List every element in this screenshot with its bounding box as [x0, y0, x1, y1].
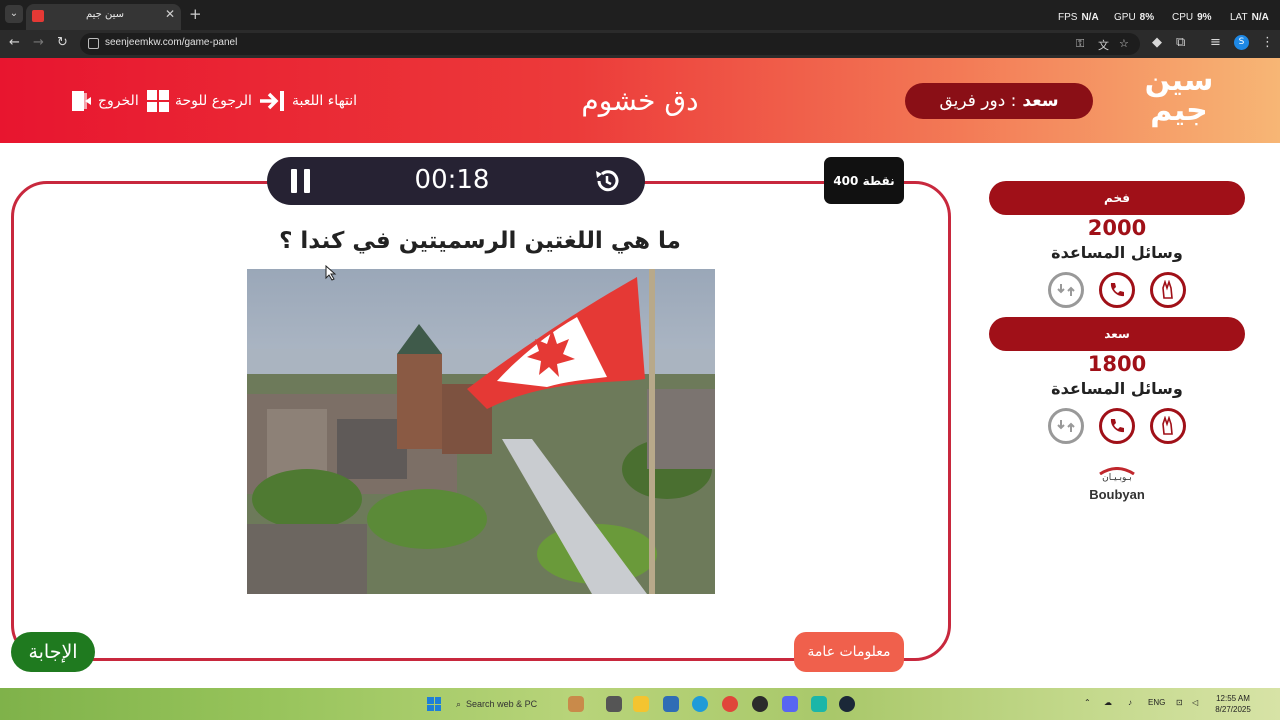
- sponsor-logo: بـوبـيـان Boubyan: [1080, 467, 1154, 509]
- game-title: دق خشوم: [581, 84, 699, 117]
- logo-line-1: سين: [1144, 63, 1214, 98]
- mouse-cursor-icon: [325, 265, 337, 281]
- app-record-icon[interactable]: [752, 696, 768, 712]
- swap-question-help-icon[interactable]: [1048, 272, 1084, 308]
- lat-value: N/A: [1251, 12, 1269, 23]
- cpu-label: CPU: [1172, 12, 1194, 23]
- browser-menu-icon[interactable]: ⋮: [1261, 35, 1274, 50]
- turn-prefix: دور فريق :: [939, 91, 1017, 111]
- turn-team-name: سعد: [1022, 91, 1059, 111]
- cpu-readout: CPU 9%: [1172, 12, 1212, 23]
- volume-icon[interactable]: ◁: [1192, 698, 1198, 707]
- site-favicon-icon: [32, 10, 44, 22]
- extensions-puzzle-icon[interactable]: ⧉: [1176, 35, 1185, 50]
- logo-line-2: جيم: [1150, 93, 1208, 128]
- end-game-arrow-icon: [260, 91, 284, 111]
- gpu-label: GPU: [1114, 12, 1136, 23]
- gpu-readout: GPU 8%: [1114, 12, 1154, 23]
- grid-board-icon: [147, 90, 169, 112]
- gpu-value: 8%: [1139, 12, 1155, 23]
- fps-readout: FPS N/A: [1058, 12, 1099, 23]
- browser-address-bar: ← → ↻ seenjeemkw.com/game-panel ⚿ 文 ☆ ◆ …: [0, 30, 1280, 58]
- sponsor-arabic-name: بـوبـيـان: [1102, 473, 1132, 483]
- reload-icon[interactable]: ↻: [57, 35, 68, 50]
- tab-search-chevron-icon[interactable]: ⌄: [5, 5, 23, 23]
- network-icon[interactable]: ⊡: [1176, 698, 1183, 707]
- tray-mic-icon[interactable]: ♪: [1128, 698, 1132, 707]
- edge-browser-icon[interactable]: [692, 696, 708, 712]
- exit-button[interactable]: الخروج: [70, 88, 139, 114]
- new-tab-button[interactable]: +: [189, 5, 202, 23]
- team-score: 1800: [1087, 352, 1147, 376]
- sponsor-english-name: Boubyan: [1089, 487, 1145, 502]
- show-answer-button[interactable]: الإجابة: [11, 632, 95, 672]
- team-score: 2000: [1087, 216, 1147, 240]
- end-game-label: انتهاء اللعبة: [292, 93, 358, 109]
- timer-display: 00:18: [414, 165, 490, 195]
- back-arrow-icon[interactable]: ←: [9, 35, 20, 50]
- team-name-badge: فخم: [989, 181, 1245, 215]
- swap-question-help-icon[interactable]: [1048, 408, 1084, 444]
- exit-label: الخروج: [98, 93, 139, 109]
- exit-door-icon: [72, 91, 91, 111]
- fps-label: FPS: [1058, 12, 1078, 23]
- fps-value: N/A: [1081, 12, 1099, 23]
- call-friend-help-icon[interactable]: [1099, 408, 1135, 444]
- lat-label: LAT: [1230, 12, 1248, 23]
- question-points-badge: 400 نقطة: [824, 157, 904, 204]
- pause-icon[interactable]: [291, 169, 311, 193]
- windows-start-icon[interactable]: [427, 697, 441, 711]
- timer-bar: 00:18: [267, 157, 645, 205]
- chrome-browser-icon[interactable]: [722, 696, 738, 712]
- taskbar-clock[interactable]: 12:55 AM 8/27/2025: [1208, 693, 1258, 715]
- browser-tab-bar: ⌄ سين جيم ✕ + FPS N/A GPU 8% CPU 9% LAT N/A: [0, 0, 1280, 30]
- game-header: الخروج الرجوع للوحة انتهاء اللعبة دق خشو…: [0, 58, 1280, 143]
- reading-list-icon[interactable]: ≡: [1210, 35, 1221, 50]
- url-omnibox[interactable]: seenjeemkw.com/game-panel ⚿ 文 ☆: [80, 33, 1140, 55]
- translate-icon[interactable]: 文: [1098, 37, 1109, 53]
- discord-icon[interactable]: [782, 696, 798, 712]
- clock-date: 8/27/2025: [1215, 705, 1251, 714]
- search-icon: ⌕: [456, 698, 462, 709]
- profile-avatar[interactable]: S: [1234, 35, 1249, 50]
- question-image-canada-flag-quebec: [247, 269, 715, 594]
- question-text: ما هي اللغتين الرسميتين في كندا ؟: [279, 228, 681, 254]
- close-tab-icon[interactable]: ✕: [165, 7, 175, 21]
- category-button[interactable]: معلومات عامة: [794, 632, 904, 672]
- end-game-button[interactable]: انتهاء اللعبة: [258, 88, 357, 114]
- url-text[interactable]: seenjeemkw.com/game-panel: [105, 37, 237, 48]
- back-to-board-button[interactable]: الرجوع للوحة: [147, 88, 252, 114]
- widgets-app-icon[interactable]: [568, 696, 584, 712]
- language-indicator[interactable]: ENG: [1148, 698, 1165, 707]
- extension-diamond-icon[interactable]: ◆: [1152, 35, 1162, 50]
- windows-taskbar: ⌕ Search web & PC ⌃ ☁ ♪ ENG ⊡ ◁ 12:55 AM…: [0, 688, 1280, 720]
- cpu-value: 9%: [1197, 12, 1212, 23]
- clock-time: 12:55 AM: [1216, 694, 1250, 703]
- bookmark-star-icon[interactable]: ☆: [1119, 37, 1129, 50]
- steam-icon[interactable]: [839, 696, 855, 712]
- task-view-icon[interactable]: [606, 696, 622, 712]
- team-name-badge: سعد: [989, 317, 1245, 351]
- helps-label: وسائل المساعدة: [1051, 243, 1183, 262]
- taskbar-search[interactable]: ⌕ Search web & PC: [456, 694, 556, 714]
- app-teal-icon[interactable]: [811, 696, 827, 712]
- tray-chevron-icon[interactable]: ⌃: [1084, 698, 1091, 707]
- browser-tab[interactable]: سين جيم ✕: [26, 4, 181, 30]
- site-info-icon[interactable]: [88, 38, 99, 49]
- current-turn-badge: دور فريق : سعد: [905, 83, 1093, 119]
- helps-label: وسائل المساعدة: [1051, 379, 1183, 398]
- taskbar-search-placeholder: Search web & PC: [466, 699, 538, 709]
- reset-timer-icon[interactable]: [593, 167, 621, 195]
- password-key-icon[interactable]: ⚿: [1076, 37, 1084, 51]
- two-answers-help-icon[interactable]: [1150, 408, 1186, 444]
- back-to-board-label: الرجوع للوحة: [175, 93, 252, 109]
- lat-readout: LAT N/A: [1230, 12, 1269, 23]
- store-app-icon[interactable]: [663, 696, 679, 712]
- two-answers-help-icon[interactable]: [1150, 272, 1186, 308]
- seenjeem-logo: سين جيم: [1140, 66, 1218, 136]
- tray-cloud-icon[interactable]: ☁: [1104, 698, 1112, 707]
- call-friend-help-icon[interactable]: [1099, 272, 1135, 308]
- forward-arrow-icon[interactable]: →: [33, 35, 44, 50]
- file-explorer-icon[interactable]: [633, 696, 649, 712]
